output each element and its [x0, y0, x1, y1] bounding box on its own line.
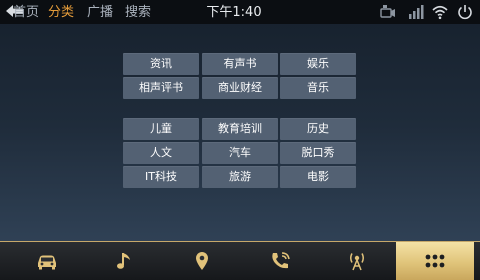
- tab-radio[interactable]: 广播: [87, 5, 113, 21]
- category-button[interactable]: 汽车: [202, 142, 278, 164]
- category-button[interactable]: IT科技: [123, 166, 199, 188]
- category-button[interactable]: 教育培训: [202, 118, 278, 140]
- category-button[interactable]: 相声评书: [123, 77, 199, 99]
- apps-grid-icon: [425, 254, 445, 268]
- dock-music-button[interactable]: [86, 242, 164, 280]
- category-button[interactable]: 历史: [280, 118, 356, 140]
- dock-radio-button[interactable]: [318, 242, 396, 280]
- category-button[interactable]: 儿童: [123, 118, 199, 140]
- bottom-dock: [0, 241, 480, 280]
- category-button[interactable]: 人文: [123, 142, 199, 164]
- tab-home[interactable]: 首页: [13, 5, 39, 21]
- dock-phone-button[interactable]: [241, 242, 319, 280]
- phone-icon: [272, 252, 290, 269]
- status-bar: 首页 分类 广播 搜索 下午1:40: [0, 0, 480, 24]
- clock: 下午1:40: [206, 5, 262, 20]
- category-button[interactable]: 旅游: [202, 166, 278, 188]
- wifi-icon[interactable]: [432, 4, 448, 20]
- category-button[interactable]: 音乐: [280, 77, 356, 99]
- dvr-camera-icon[interactable]: [380, 4, 396, 20]
- category-button[interactable]: 商业财经: [202, 77, 278, 99]
- music-note-icon: [117, 253, 130, 269]
- category-button[interactable]: 电影: [280, 166, 356, 188]
- dock-car-button[interactable]: [8, 242, 86, 280]
- radio-tower-icon: [350, 253, 364, 271]
- location-pin-icon: [196, 252, 208, 270]
- category-button[interactable]: 有声书: [202, 53, 278, 75]
- car-icon: [38, 255, 56, 270]
- dock-navigation-button[interactable]: [163, 242, 241, 280]
- signal-icon: [409, 5, 424, 19]
- tab-search[interactable]: 搜索: [125, 5, 151, 21]
- category-button[interactable]: 脱口秀: [280, 142, 356, 164]
- tab-category[interactable]: 分类: [48, 5, 74, 21]
- power-icon[interactable]: [457, 4, 473, 20]
- dock-apps-button[interactable]: [396, 242, 474, 280]
- category-button[interactable]: 娱乐: [280, 53, 356, 75]
- category-button[interactable]: 资讯: [123, 53, 199, 75]
